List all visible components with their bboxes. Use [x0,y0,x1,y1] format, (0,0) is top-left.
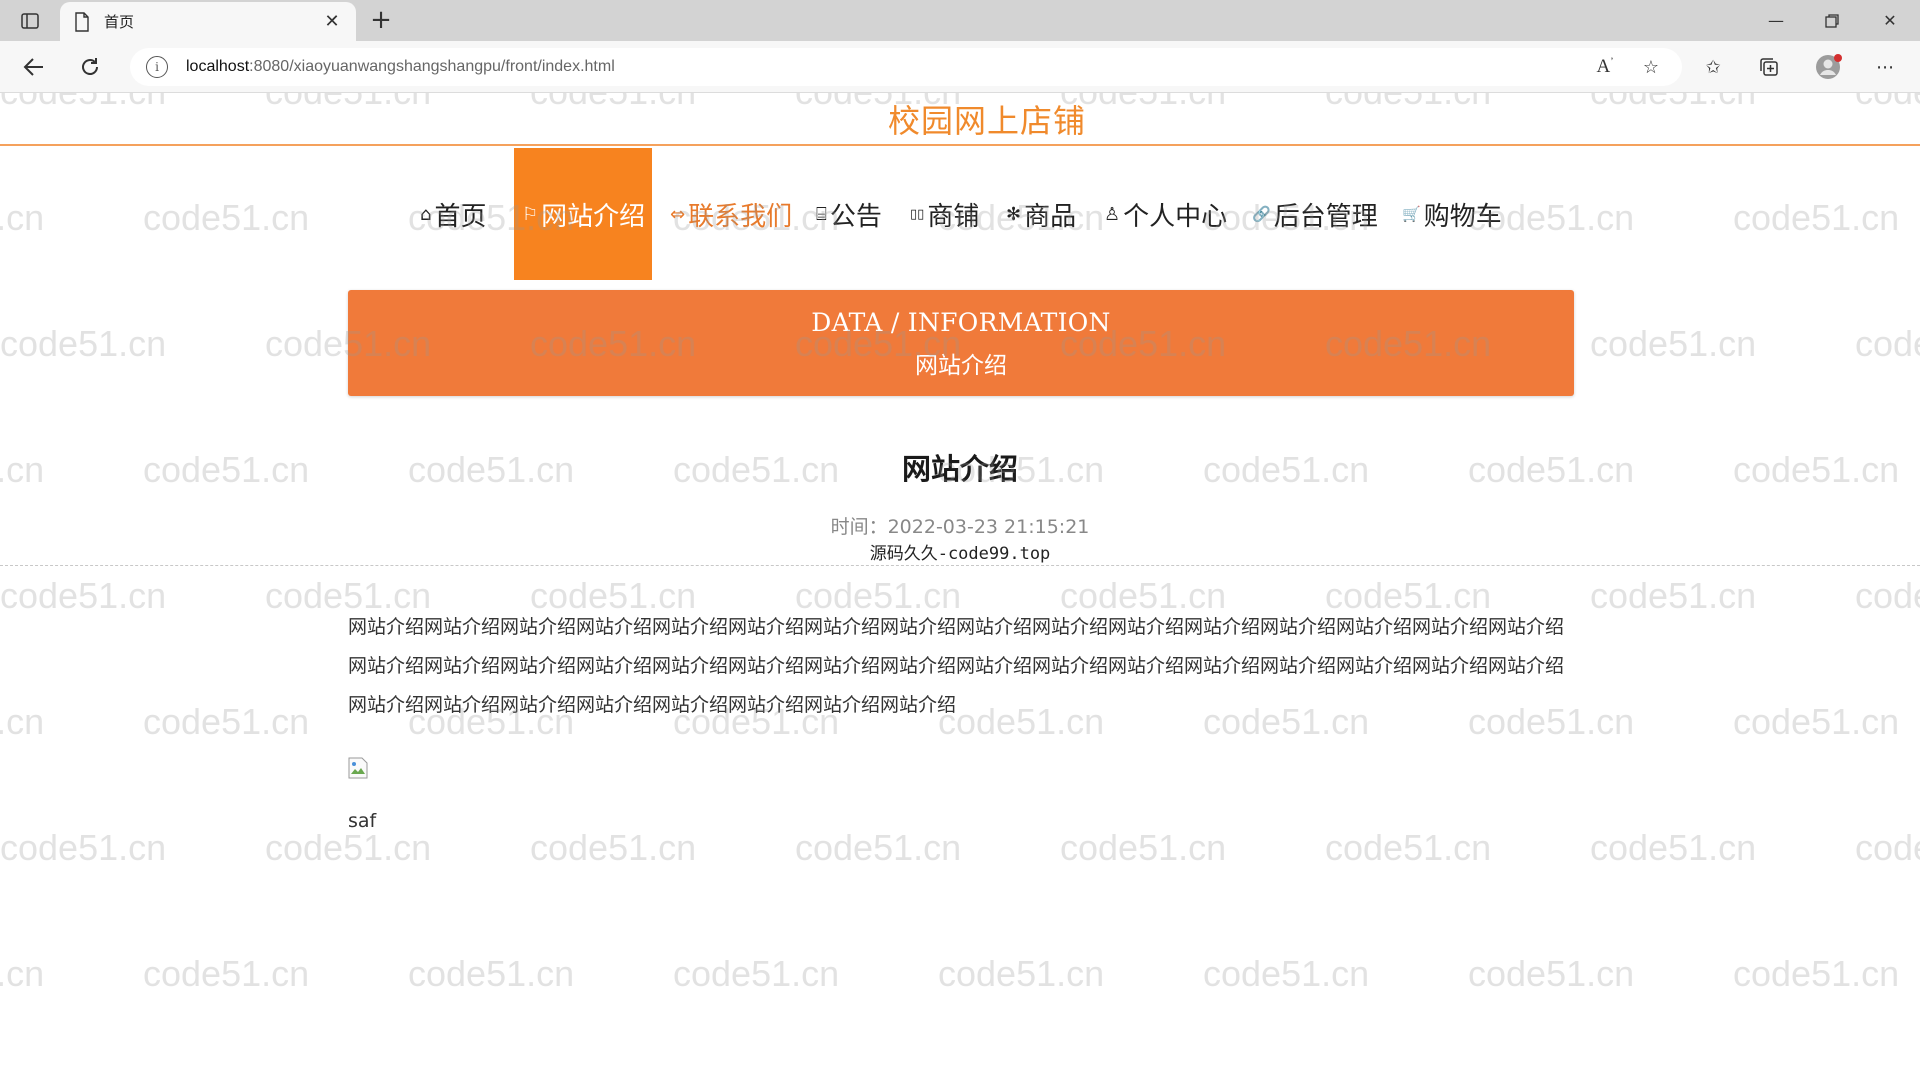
page-icon [74,11,90,32]
watermark-text: code51.cn [0,323,167,364]
restore-icon[interactable] [1804,0,1860,41]
refresh-icon[interactable] [74,52,106,82]
nav-item-contact[interactable]: ⇔ 联系我们 [670,148,792,280]
tab-title: 首页 [104,13,135,31]
main-nav: ⌂ 首页 ⚐ 网站介绍 ⇔ 联系我们 ⌸ 公告 ▯▯ 商铺 ✻ 商品 ♙ 个人中心 🔗 后台管理… [0,148,1920,280]
watermark-text: code51.cn [143,701,310,742]
tab-actions-icon[interactable] [12,8,48,34]
watermark-text: code51.cn [408,953,575,994]
collections-icon[interactable] [1752,52,1786,82]
watermark-text: code51.cn [673,953,840,994]
read-aloud-icon[interactable]: Aʼ [1588,52,1622,82]
watermark-text: code51.cn [1590,575,1757,616]
add-favorite-icon[interactable]: ☆ [1634,52,1668,82]
site-title: 校园网上店铺 [887,101,1086,140]
close-window-icon[interactable]: ✕ [1862,0,1918,41]
link-icon: 🔗 [1252,205,1271,223]
contact-icon: ⇔ [670,203,686,225]
watermark-text: code51.cn [0,827,167,868]
flag-icon: ⚐ [522,203,539,225]
book-icon: ⌸ [816,203,827,225]
watermark-text: code51.cn [1855,575,1920,616]
minimize-icon[interactable]: — [1748,0,1804,41]
watermark-text: code51.cn [1468,953,1635,994]
favorites-icon[interactable]: ✩ [1696,52,1730,82]
watermark-text: code51.cn [1733,953,1900,994]
watermark-text: code51.cn [1060,827,1227,868]
watermark-text: code51.cn [1855,323,1920,364]
banner-english-title: DATA / INFORMATION [811,308,1111,337]
article-title: 网站介绍 [901,452,1018,486]
article-body: 网站介绍网站介绍网站介绍网站介绍网站介绍网站介绍网站介绍网站介绍网站介绍网站介绍… [348,616,1565,716]
nav-item-home[interactable]: ⌂ 首页 [420,148,486,280]
image-caption: saf [348,810,377,832]
watermark-text: code51.cn [1733,701,1900,742]
address-field[interactable]: i localhost:8080/xiaoyuanwangshangshangp… [130,48,1682,86]
article-source: 源码久久-code99.top [869,544,1051,564]
watermark-text: code51.cn [1590,323,1757,364]
nav-item-site-intro[interactable]: ⚐ 网站介绍 [514,148,652,280]
nav-item-shops[interactable]: ▯▯ 商铺 [910,148,979,280]
cart-icon: 🛒 [1402,205,1421,223]
back-icon[interactable] [18,52,50,82]
shop-icon: ▯▯ [910,206,925,222]
article-time: 时间：2022-03-23 21:15:21 [830,516,1090,538]
browser-tab[interactable]: 首页 ✕ [60,2,356,41]
site-info-icon[interactable]: i [146,56,168,78]
new-tab-button[interactable]: + [366,7,396,34]
browser-toolbar: i localhost:8080/xiaoyuanwangshangshangp… [0,41,1920,93]
watermark-text: code51.cn [938,953,1105,994]
watermark-text: code51.cn [0,575,167,616]
nav-item-user-center[interactable]: ♙ 个人中心 [1104,148,1227,280]
watermark-text: code51.cn [0,953,45,994]
home-icon: ⌂ [420,203,432,225]
nav-item-announcement[interactable]: ⌸ 公告 [816,148,882,280]
watermark-text: code51.cn [143,953,310,994]
browser-tab-strip: 首页 ✕ + — ✕ [0,0,1920,41]
banner-chinese-title: 网站介绍 [915,353,1007,379]
tab-close-icon[interactable]: ✕ [322,11,342,32]
watermark-text: code51.cn [530,827,697,868]
watermark-text: code51.cn [1325,827,1492,868]
dashed-divider [0,565,1920,566]
more-options-icon[interactable]: ⋯ [1868,52,1902,82]
profile-avatar-icon[interactable] [1812,52,1846,82]
user-icon: ♙ [1104,203,1121,225]
site-header: 校园网上店铺 [0,93,1920,146]
url-text: localhost:8080/xiaoyuanwangshangshangpu/… [186,58,615,75]
broken-image-icon [348,757,368,779]
watermark-text: code51.cn [1590,827,1757,868]
watermark-text: code51.cn [265,827,432,868]
watermark-text: code51.cn [1855,827,1920,868]
watermark-text: code51.cn [0,701,45,742]
web-page: 校园网上店铺 ⌂ 首页 ⚐ 网站介绍 ⇔ 联系我们 ⌸ 公告 ▯▯ 商铺 ✻ 商品 ♙ 个人中… [0,93,1920,1080]
nav-item-products[interactable]: ✻ 商品 [1006,148,1076,280]
watermark-text: code51.cn [795,827,962,868]
nav-item-admin[interactable]: 🔗 后台管理 [1252,148,1378,280]
section-banner: DATA / INFORMATION 网站介绍 [348,290,1574,396]
nav-item-cart[interactable]: 🛒 购物车 [1402,148,1502,280]
watermark-text: code51.cn [1203,953,1370,994]
asterisk-icon: ✻ [1006,203,1022,225]
